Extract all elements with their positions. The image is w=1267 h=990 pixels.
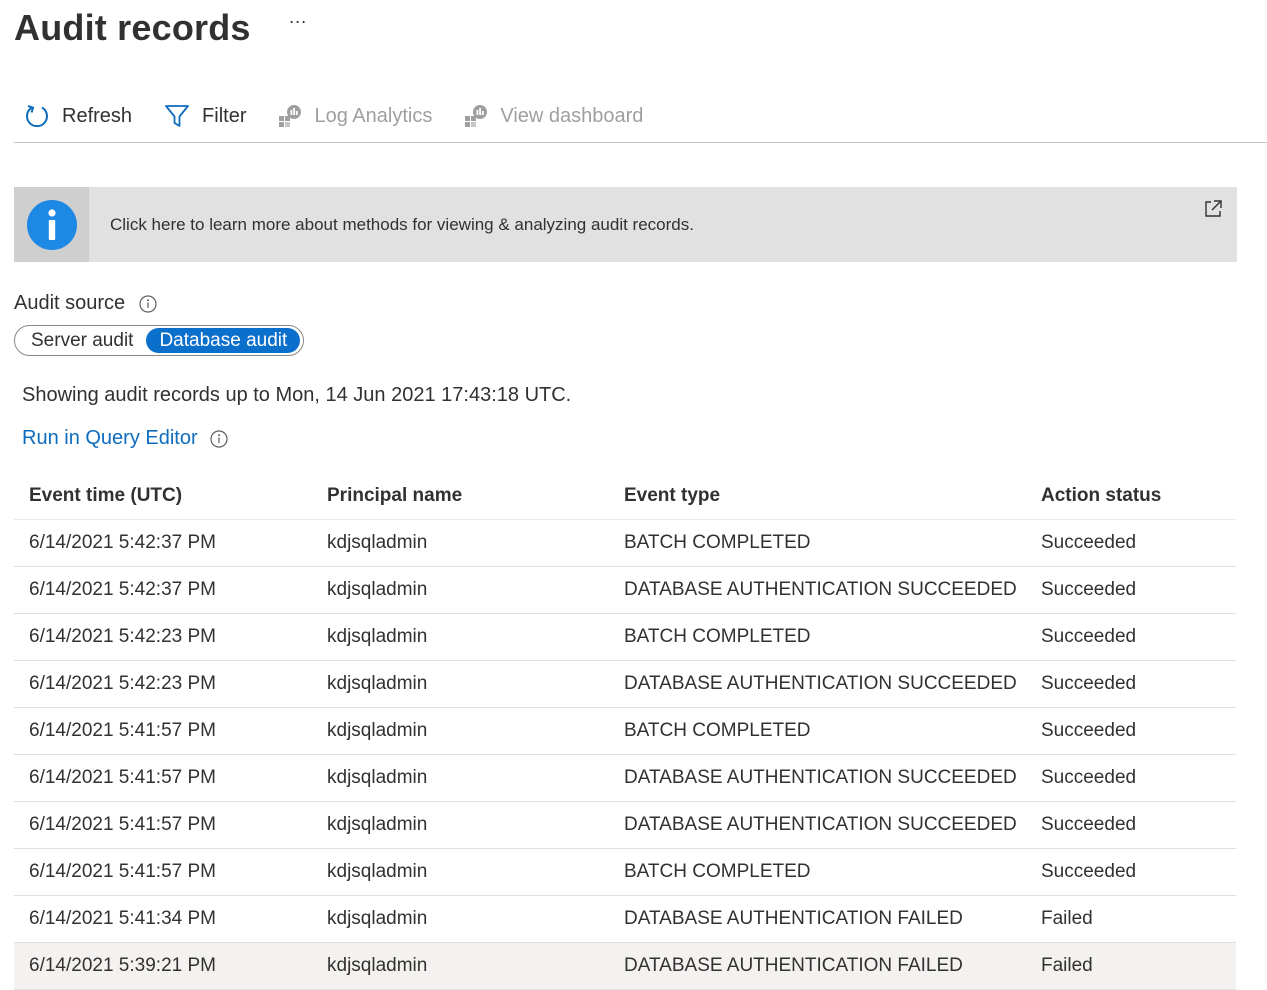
cell-event-type: BATCH COMPLETED [609,519,1026,567]
cell-event-time: 6/14/2021 5:41:57 PM [14,754,312,802]
cell-principal-name: kdjsqladmin [312,566,609,614]
cell-principal-name: kdjsqladmin [312,848,609,896]
column-header-event-type[interactable]: Event type [609,472,1026,520]
command-bar: Refresh Filter Log Analytics View dashbo… [14,96,1267,143]
audit-source-toggle: Server audit Database audit [14,325,305,356]
column-header-event-time[interactable]: Event time (UTC) [14,472,312,520]
cell-principal-name: kdjsqladmin [312,613,609,661]
cell-action-status: Succeeded [1026,801,1236,849]
run-in-query-editor-link[interactable]: Run in Query Editor [22,427,228,450]
refresh-label: Refresh [62,104,133,127]
cell-event-type: BATCH COMPLETED [609,707,1026,755]
filter-icon [164,103,190,129]
cell-action-status: Succeeded [1026,707,1236,755]
cell-action-status: Failed [1026,942,1236,990]
audit-records-table: Event time (UTC) Principal name Event ty… [14,472,1236,990]
cell-event-time: 6/14/2021 5:42:37 PM [14,566,312,614]
audit-source-info-icon[interactable] [139,294,157,313]
dashboard-icon [464,104,488,128]
cell-event-type: DATABASE AUTHENTICATION SUCCEEDED [609,801,1026,849]
database-audit-option[interactable]: Database audit [146,328,301,353]
cell-event-type: DATABASE AUTHENTICATION FAILED [609,895,1026,943]
cell-event-type: BATCH COMPLETED [609,848,1026,896]
cell-event-type: DATABASE AUTHENTICATION SUCCEEDED [609,660,1026,708]
cell-principal-name: kdjsqladmin [312,754,609,802]
cell-principal-name: kdjsqladmin [312,942,609,990]
cell-action-status: Succeeded [1026,754,1236,802]
log-analytics-icon [278,104,302,128]
table-row[interactable]: 6/14/2021 5:39:21 PM kdjsqladmin DATABAS… [14,942,1236,990]
audit-source-label: Audit source [14,292,157,315]
info-icon-container [14,187,89,262]
filter-label: Filter [202,104,247,127]
cell-event-time: 6/14/2021 5:41:57 PM [14,848,312,896]
cell-principal-name: kdjsqladmin [312,801,609,849]
table-row[interactable]: 6/14/2021 5:41:57 PM kdjsqladmin BATCH C… [14,848,1236,896]
query-editor-info-icon[interactable] [210,429,228,448]
cell-principal-name: kdjsqladmin [312,660,609,708]
refresh-button[interactable]: Refresh [14,96,132,136]
page-header: Audit records ··· [14,6,307,50]
table-row[interactable]: 6/14/2021 5:42:23 PM kdjsqladmin BATCH C… [14,613,1236,661]
records-timestamp-text: Showing audit records up to Mon, 14 Jun … [22,384,572,406]
cell-event-time: 6/14/2021 5:41:57 PM [14,801,312,849]
info-banner-text: Click here to learn more about methods f… [110,214,694,234]
column-header-action-status[interactable]: Action status [1026,472,1236,520]
table-row[interactable]: 6/14/2021 5:41:57 PM kdjsqladmin BATCH C… [14,707,1236,755]
log-analytics-label: Log Analytics [314,104,433,127]
cell-principal-name: kdjsqladmin [312,895,609,943]
cell-principal-name: kdjsqladmin [312,707,609,755]
cell-principal-name: kdjsqladmin [312,519,609,567]
cell-action-status: Succeeded [1026,519,1236,567]
refresh-icon [24,103,50,129]
filter-button[interactable]: Filter [154,96,246,136]
audit-source-text: Audit source [14,292,126,314]
server-audit-option[interactable]: Server audit [18,328,146,353]
more-options-button[interactable]: ··· [289,12,307,44]
cell-action-status: Succeeded [1026,613,1236,661]
cell-event-type: DATABASE AUTHENTICATION SUCCEEDED [609,754,1026,802]
cell-action-status: Succeeded [1026,848,1236,896]
column-header-principal-name[interactable]: Principal name [312,472,609,520]
cell-event-time: 6/14/2021 5:42:23 PM [14,660,312,708]
page-title: Audit records [14,7,251,48]
table-row[interactable]: 6/14/2021 5:41:34 PM kdjsqladmin DATABAS… [14,895,1236,943]
external-link-icon[interactable] [1203,199,1223,224]
cell-event-time: 6/14/2021 5:41:57 PM [14,707,312,755]
cell-event-type: DATABASE AUTHENTICATION SUCCEEDED [609,566,1026,614]
table-row[interactable]: 6/14/2021 5:41:57 PM kdjsqladmin DATABAS… [14,801,1236,849]
info-icon [26,199,77,250]
run-in-query-editor-label: Run in Query Editor [22,427,198,449]
view-dashboard-label: View dashboard [500,104,644,127]
cell-event-type: BATCH COMPLETED [609,613,1026,661]
cell-event-time: 6/14/2021 5:42:37 PM [14,519,312,567]
cell-event-type: DATABASE AUTHENTICATION FAILED [609,942,1026,990]
cell-action-status: Succeeded [1026,566,1236,614]
table-row[interactable]: 6/14/2021 5:41:57 PM kdjsqladmin DATABAS… [14,754,1236,802]
cell-event-time: 6/14/2021 5:41:34 PM [14,895,312,943]
cell-action-status: Failed [1026,895,1236,943]
cell-event-time: 6/14/2021 5:39:21 PM [14,942,312,990]
info-banner[interactable]: Click here to learn more about methods f… [14,187,1237,262]
table-row[interactable]: 6/14/2021 5:42:37 PM kdjsqladmin BATCH C… [14,519,1236,567]
cell-event-time: 6/14/2021 5:42:23 PM [14,613,312,661]
view-dashboard-button[interactable]: View dashboard [454,96,643,136]
table-row[interactable]: 6/14/2021 5:42:37 PM kdjsqladmin DATABAS… [14,566,1236,614]
table-header-row: Event time (UTC) Principal name Event ty… [14,472,1236,520]
log-analytics-button[interactable]: Log Analytics [268,96,432,136]
table-row[interactable]: 6/14/2021 5:42:23 PM kdjsqladmin DATABAS… [14,660,1236,708]
cell-action-status: Succeeded [1026,660,1236,708]
